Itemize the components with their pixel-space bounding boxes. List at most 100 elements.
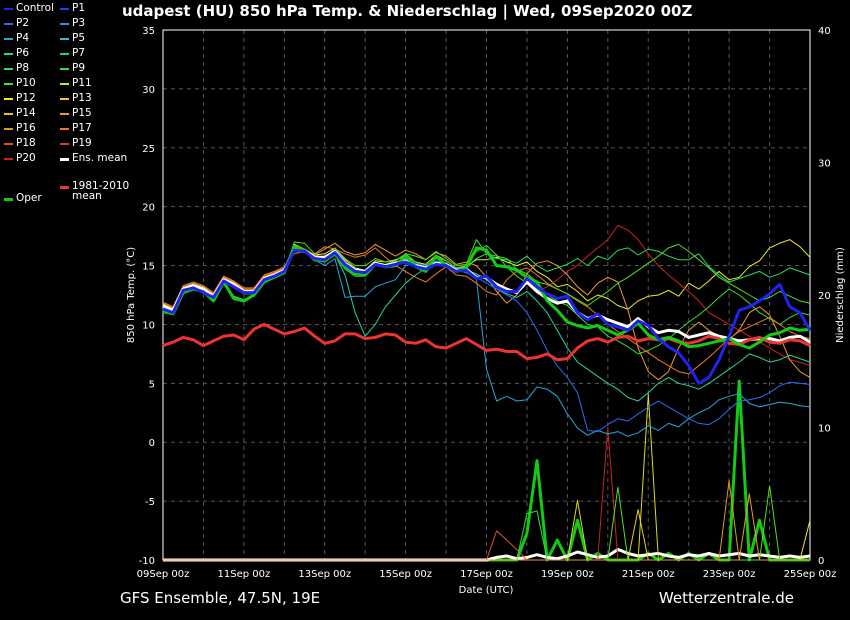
legend-item: 1981-2010 mean (60, 181, 129, 201)
y-tick-label: 25 (142, 144, 155, 155)
y-axis-right: 0 10 20 30 40 (818, 26, 831, 567)
legend-label: P6 (16, 47, 30, 59)
legend-swatch (4, 113, 13, 115)
y-tick-label: 15 (142, 262, 155, 273)
legend-item: P8 (4, 63, 29, 75)
y2-tick-label: 20 (818, 291, 831, 302)
legend-item: P1 (60, 3, 85, 15)
legend-label: P16 (16, 122, 36, 134)
x-tick-label: 09Sep 00z (137, 569, 190, 580)
legend-swatch (4, 143, 13, 145)
legend-label: P1 (72, 2, 86, 14)
legend-item: P5 (60, 33, 85, 45)
legend-item: P15 (60, 108, 92, 120)
legend-item: P19 (60, 138, 92, 150)
x-tick-label: 13Sep 00z (298, 569, 351, 580)
y-tick-label: 30 (142, 85, 155, 96)
legend-swatch (60, 157, 69, 161)
legend-label: P9 (72, 62, 86, 74)
y-tick-label: 0 (149, 438, 155, 449)
x-axis-label: Date (UTC) (459, 585, 514, 596)
legend-swatch (4, 53, 13, 55)
legend-item: P10 (4, 78, 36, 90)
grid (163, 29, 810, 561)
legend-swatch (60, 113, 69, 115)
legend-swatch (60, 83, 69, 85)
legend-label: P17 (72, 122, 92, 134)
y2-axis-label: Niederschlag (mm) (835, 247, 846, 343)
legend-label: P18 (16, 137, 36, 149)
legend-swatch (60, 53, 69, 55)
y-tick-label: -5 (145, 497, 155, 508)
legend-label: Control (16, 2, 54, 14)
y2-tick-label: 0 (818, 556, 824, 567)
legend-item: P4 (4, 33, 29, 45)
legend-label: P2 (16, 17, 30, 29)
legend-label: P11 (72, 77, 92, 89)
x-tick-label: 17Sep 00z (460, 569, 513, 580)
legend-swatch (4, 68, 13, 70)
y2-tick-label: 40 (818, 26, 831, 37)
x-tick-label: 21Sep 00z (622, 569, 675, 580)
legend-label: P3 (72, 17, 86, 29)
y-axis-left: -10 -5 0 5 10 15 20 25 30 35 (139, 26, 155, 567)
legend-swatch (60, 68, 69, 70)
legend-label: P14 (16, 107, 36, 119)
legend-label: P20 (16, 152, 36, 164)
y-axis-label: 850 hPa Temp. (°C) (126, 247, 137, 343)
legend-item: P16 (4, 123, 36, 135)
legend-swatch (60, 98, 69, 100)
legend-item: P3 (60, 18, 85, 30)
legend-label: P13 (72, 92, 92, 104)
legend-swatch (60, 38, 69, 40)
legend-swatch (4, 83, 13, 85)
legend-item: Ens. mean (60, 153, 127, 165)
legend-label: P10 (16, 77, 36, 89)
x-axis: 09Sep 00z 11Sep 00z 13Sep 00z 15Sep 00z 17Se… (137, 569, 837, 580)
legend-swatch (4, 158, 13, 160)
legend-item: P13 (60, 93, 92, 105)
legend-item: P14 (4, 108, 36, 120)
x-tick-label: 15Sep 00z (379, 569, 432, 580)
chart-title: udapest (HU) 850 hPa Temp. & Niederschla… (122, 2, 693, 20)
legend-item: P7 (60, 48, 85, 60)
legend-swatch (4, 8, 13, 10)
x-tick-label: 25Sep 00z (784, 569, 837, 580)
x-tick-label: 11Sep 00z (218, 569, 271, 580)
footer-model-info: GFS Ensemble, 47.5N, 19E (120, 589, 321, 607)
x-tick-label: 19Sep 00z (541, 569, 594, 580)
legend-item: P9 (60, 63, 85, 75)
y-tick-label: 5 (149, 379, 155, 390)
legend-item: P2 (4, 18, 29, 30)
legend-label: P7 (72, 47, 86, 59)
footer-source: Wetterzentrale.de (658, 589, 794, 607)
legend-swatch (60, 8, 69, 10)
legend-label: P15 (72, 107, 92, 119)
legend-label: P19 (72, 137, 92, 149)
y-tick-label: 20 (142, 203, 155, 214)
legend-label: Oper (16, 192, 42, 204)
x-tick-label: 23Sep 00z (703, 569, 756, 580)
legend-swatch (60, 143, 69, 145)
legend-item: Oper (4, 193, 42, 205)
y2-tick-label: 10 (818, 424, 831, 435)
legend-label: 1981-2010 mean (72, 180, 130, 202)
legend-swatch (4, 38, 13, 40)
legend-item: P17 (60, 123, 92, 135)
legend-swatch (4, 128, 13, 130)
legend-swatch (4, 23, 13, 25)
y-tick-label: -10 (139, 556, 155, 567)
y2-tick-label: 30 (818, 159, 831, 170)
legend-swatch (4, 98, 13, 100)
legend-label: P4 (16, 32, 30, 44)
y-tick-label: 10 (142, 320, 155, 331)
legend-item: P11 (60, 78, 92, 90)
legend-item: P12 (4, 93, 36, 105)
legend-item: P20 (4, 153, 36, 165)
legend-label: P12 (16, 92, 36, 104)
legend-swatch (60, 128, 69, 130)
legend-item: Control (4, 3, 54, 15)
legend-swatch (60, 185, 69, 189)
legend-item: P18 (4, 138, 36, 150)
legend-swatch (4, 197, 13, 201)
